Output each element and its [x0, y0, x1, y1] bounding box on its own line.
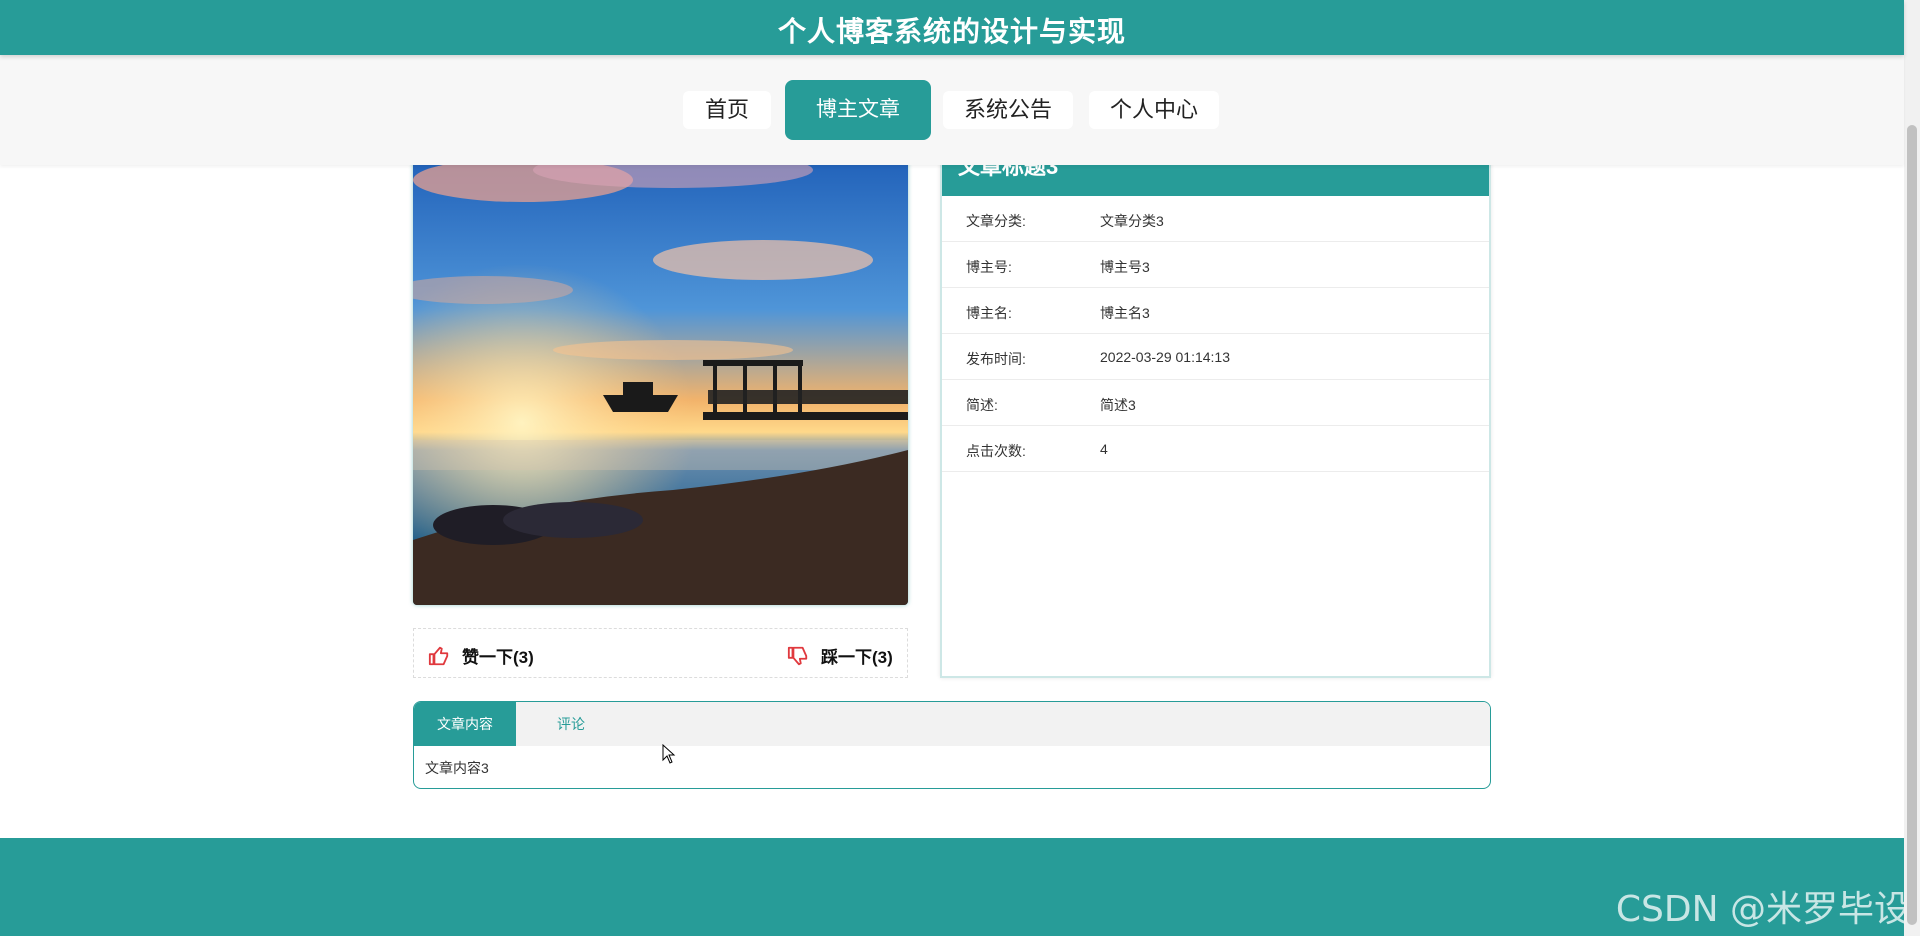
nav-item-personal-center[interactable]: 个人中心 [1089, 91, 1219, 129]
info-row-click-count: 点击次数: 4 [942, 426, 1489, 472]
info-label: 文章分类: [966, 213, 1026, 229]
info-label: 简述: [966, 397, 998, 413]
site-title: 个人博客系统的设计与实现 [777, 16, 1126, 47]
tab-comments[interactable]: 评论 [516, 702, 626, 746]
nav-item-announcements[interactable]: 系统公告 [943, 91, 1073, 129]
info-value: 4 [1100, 441, 1108, 457]
article-tabs: 文章内容 评论 文章内容3 [413, 701, 1491, 789]
info-label: 博主号: [966, 259, 1012, 275]
mouse-cursor-icon [662, 744, 676, 764]
sunset-pier-photo [413, 150, 908, 605]
vote-bar: 赞一下(3) 踩一下(3) [413, 628, 908, 678]
article-image [413, 150, 908, 605]
thumbs-down-icon [787, 645, 809, 667]
info-value: 博主号3 [1100, 259, 1150, 275]
scrollbar-thumb[interactable] [1907, 125, 1917, 925]
nav-item-home[interactable]: 首页 [683, 91, 771, 129]
like-button[interactable]: 赞一下(3) [428, 643, 534, 668]
tab-article-content[interactable]: 文章内容 [414, 702, 516, 746]
article-info-panel: 文章标题3 文章分类: 文章分类3 博主号: 博主号3 博主名: 博主名3 发布… [940, 150, 1491, 678]
info-label: 博主名: [966, 305, 1012, 321]
info-label: 发布时间: [966, 351, 1026, 367]
dislike-button[interactable]: 踩一下(3) [787, 643, 893, 668]
info-row-blogger-id: 博主号: 博主号3 [942, 242, 1489, 288]
nav-item-blogger-articles[interactable]: 博主文章 [785, 80, 931, 140]
info-value: 博主名3 [1100, 305, 1150, 321]
main-nav: 首页 博主文章 系统公告 个人中心 [0, 55, 1904, 165]
page-scrollbar[interactable] [1904, 0, 1920, 936]
thumbs-up-icon [428, 645, 450, 667]
info-row-category: 文章分类: 文章分类3 [942, 196, 1489, 242]
dislike-label: 踩一下(3) [821, 648, 893, 667]
info-row-publish-time: 发布时间: 2022-03-29 01:14:13 [942, 334, 1489, 380]
info-row-summary: 简述: 简述3 [942, 380, 1489, 426]
info-value: 简述3 [1100, 397, 1136, 413]
info-value: 2022-03-29 01:14:13 [1100, 349, 1230, 365]
info-row-blogger-name: 博主名: 博主名3 [942, 288, 1489, 334]
article-content-text: 文章内容3 [425, 760, 489, 776]
watermark-text: CSDN @米罗毕设 [1615, 889, 1910, 930]
like-label: 赞一下(3) [462, 648, 534, 667]
info-label: 点击次数: [966, 443, 1026, 459]
info-value: 文章分类3 [1100, 213, 1164, 229]
site-header: 个人博客系统的设计与实现 [0, 0, 1904, 55]
